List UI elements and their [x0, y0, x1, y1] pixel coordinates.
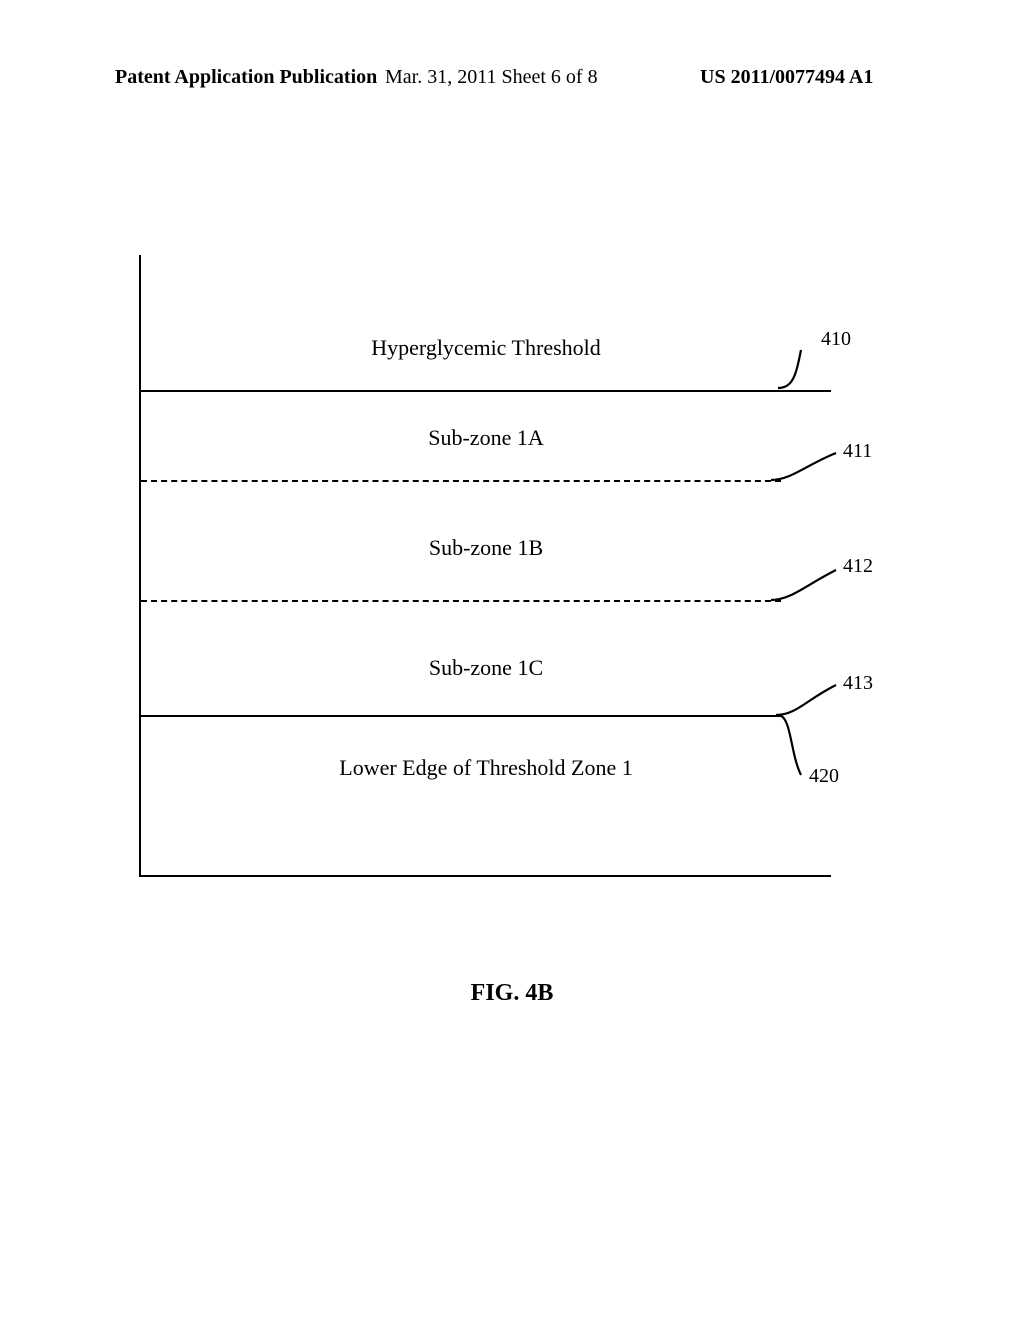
- header-right: US 2011/0077494 A1: [700, 66, 873, 89]
- label-420: 420: [809, 765, 839, 788]
- header-center: Mar. 31, 2011 Sheet 6 of 8: [385, 66, 598, 89]
- figure-caption: FIG. 4B: [0, 980, 1024, 1007]
- patent-page: Patent Application Publication Mar. 31, …: [0, 0, 1024, 1320]
- threshold-diagram: Hyperglycemic Threshold Sub-zone 1A Sub-…: [139, 255, 831, 877]
- header-left: Patent Application Publication: [115, 66, 377, 89]
- connector-420: [141, 255, 861, 875]
